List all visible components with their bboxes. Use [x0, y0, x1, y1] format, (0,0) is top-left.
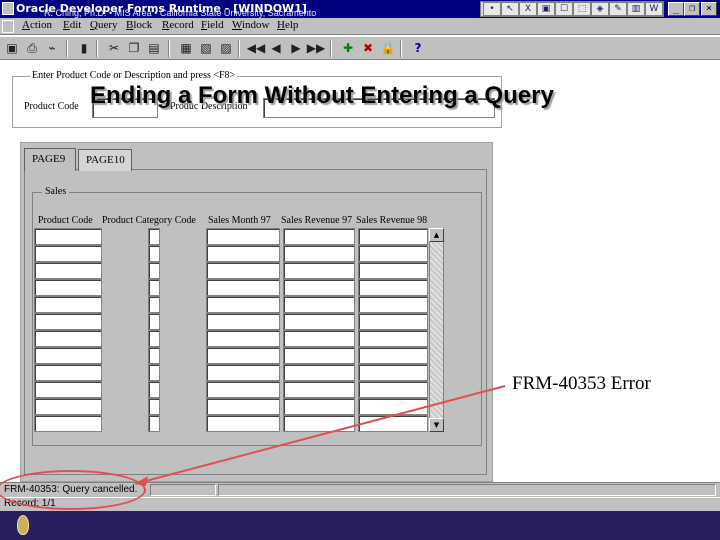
slide-footer [0, 511, 720, 540]
annotation-arrow [134, 385, 506, 486]
footer-text: R. Ching, Ph.D. • MIS Area • California … [44, 8, 317, 18]
university-seal [17, 515, 29, 535]
